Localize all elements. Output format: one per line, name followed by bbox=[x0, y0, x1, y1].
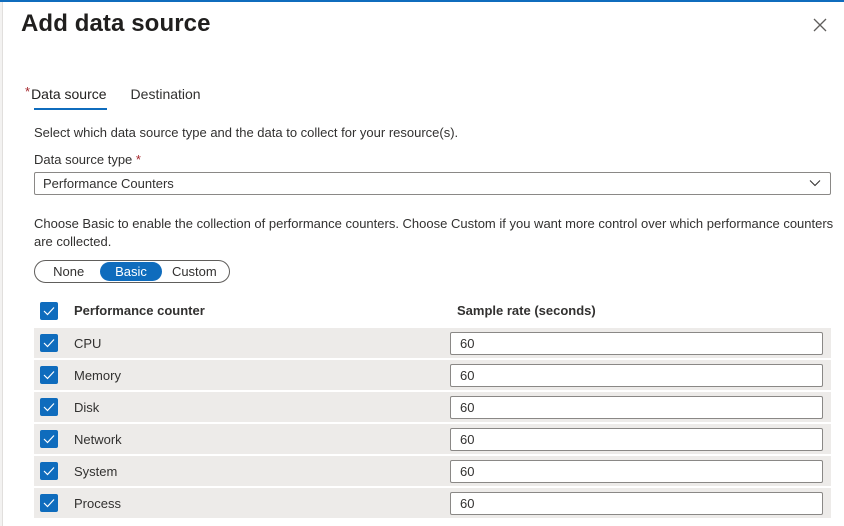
close-icon bbox=[813, 18, 827, 32]
sample-rate-input[interactable]: 60 bbox=[450, 460, 823, 483]
table-row: Process 60 bbox=[34, 486, 831, 518]
column-header-sample-rate: Sample rate (seconds) bbox=[457, 303, 596, 318]
collection-mode-toggle: None Basic Custom bbox=[34, 260, 230, 283]
collection-description: Choose Basic to enable the collection of… bbox=[34, 216, 834, 249]
tab-label: Destination bbox=[130, 86, 201, 102]
table-row: Disk 60 bbox=[34, 390, 831, 422]
checkmark-icon bbox=[43, 499, 55, 508]
tab-label: Data source bbox=[31, 86, 107, 102]
form-description: Select which data source type and the da… bbox=[34, 125, 459, 140]
sample-rate-input[interactable]: 60 bbox=[450, 492, 823, 515]
toggle-option-custom[interactable]: Custom bbox=[162, 262, 227, 281]
table-header: Performance counter Sample rate (seconds… bbox=[34, 296, 831, 326]
active-tab-indicator bbox=[34, 108, 107, 110]
checkmark-icon bbox=[43, 307, 55, 316]
row-checkbox[interactable] bbox=[40, 430, 58, 448]
dropdown-value: Performance Counters bbox=[43, 176, 174, 191]
checkmark-icon bbox=[43, 371, 55, 380]
row-checkbox[interactable] bbox=[40, 494, 58, 512]
row-checkbox[interactable] bbox=[40, 462, 58, 480]
chevron-down-icon bbox=[809, 180, 821, 187]
counter-name: CPU bbox=[74, 336, 102, 351]
row-checkbox[interactable] bbox=[40, 334, 58, 352]
tab-destination[interactable]: Destination bbox=[131, 85, 201, 115]
sample-rate-input[interactable]: 60 bbox=[450, 396, 823, 419]
sample-rate-input[interactable]: 60 bbox=[450, 364, 823, 387]
counter-name: Network bbox=[74, 432, 122, 447]
checkmark-icon bbox=[43, 435, 55, 444]
checkmark-icon bbox=[43, 467, 55, 476]
tab-list: *Data source Destination bbox=[25, 84, 201, 115]
toggle-option-none[interactable]: None bbox=[37, 262, 100, 281]
checkmark-icon bbox=[43, 339, 55, 348]
left-edge-divider bbox=[0, 2, 3, 526]
table-row: Memory 60 bbox=[34, 358, 831, 390]
column-header-counter: Performance counter bbox=[74, 303, 205, 318]
table-row: CPU 60 bbox=[34, 326, 831, 358]
top-accent-bar bbox=[0, 0, 844, 2]
row-checkbox[interactable] bbox=[40, 366, 58, 384]
counter-name: System bbox=[74, 464, 118, 479]
row-checkbox[interactable] bbox=[40, 398, 58, 416]
performance-counters-table: Performance counter Sample rate (seconds… bbox=[34, 296, 831, 518]
tab-data-source[interactable]: *Data source bbox=[25, 84, 107, 115]
table-row: System 60 bbox=[34, 454, 831, 486]
panel-title: Add data source bbox=[21, 10, 211, 37]
select-all-checkbox[interactable] bbox=[40, 302, 58, 320]
sample-rate-input[interactable]: 60 bbox=[450, 428, 823, 451]
counter-name: Process bbox=[74, 496, 121, 511]
table-row: Network 60 bbox=[34, 422, 831, 454]
toggle-option-basic[interactable]: Basic bbox=[100, 262, 162, 281]
required-asterisk: * bbox=[135, 152, 141, 167]
data-source-type-label: Data source type * bbox=[34, 152, 141, 167]
label-text: Data source type bbox=[34, 152, 133, 167]
data-source-type-dropdown[interactable]: Performance Counters bbox=[34, 172, 831, 195]
counter-name: Disk bbox=[74, 400, 100, 415]
required-asterisk: * bbox=[25, 84, 31, 99]
sample-rate-input[interactable]: 60 bbox=[450, 332, 823, 355]
checkmark-icon bbox=[43, 403, 55, 412]
close-button[interactable] bbox=[810, 15, 830, 35]
counter-name: Memory bbox=[74, 368, 121, 383]
